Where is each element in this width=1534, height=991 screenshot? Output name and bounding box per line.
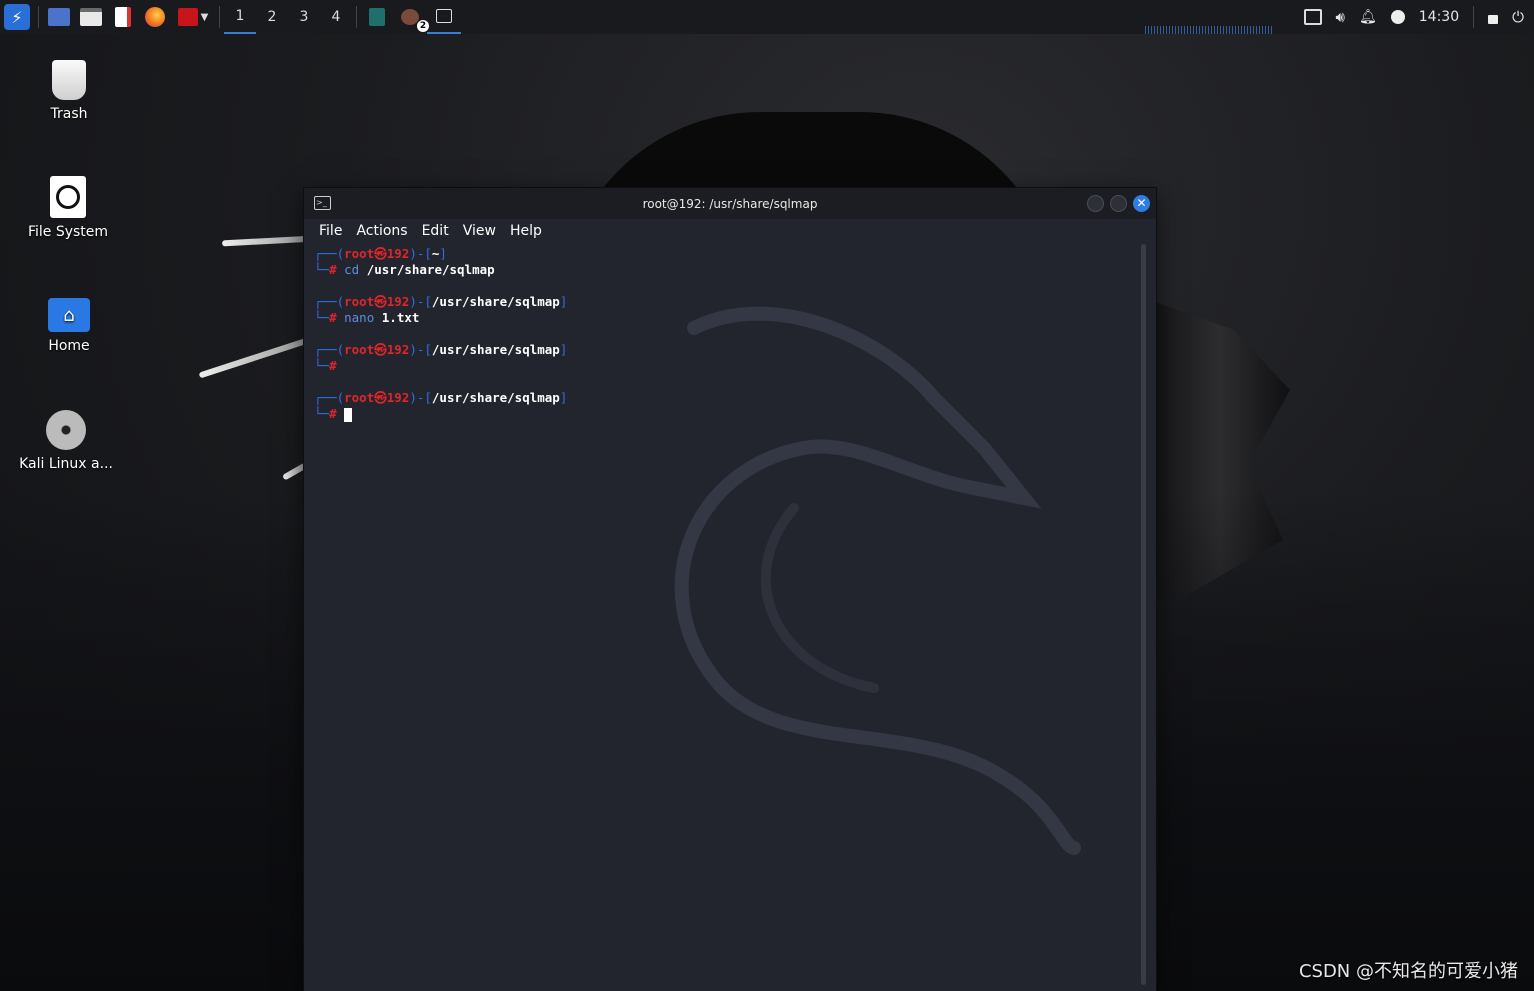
prompt-user: root (344, 390, 375, 405)
firefox-button[interactable] (139, 0, 171, 34)
scrollbar[interactable] (1141, 244, 1146, 985)
workspace-1[interactable]: 1 (224, 0, 256, 34)
workspace-3[interactable]: 3 (288, 0, 320, 34)
menu-bar: File Actions Edit View Help (304, 219, 1156, 243)
lock-icon[interactable] (1488, 15, 1499, 24)
screen-icon[interactable] (1303, 9, 1322, 25)
desktop-icon-label: Trash (50, 106, 88, 122)
prompt-path: /usr/share/sqlmap (431, 294, 560, 309)
prompt-line: ┌──(root㉿192)-[/usr/share/sqlmap] (314, 294, 568, 309)
power-manager-icon[interactable] (1390, 10, 1405, 24)
minimize-button[interactable] (1087, 195, 1104, 212)
panel-separator (1473, 6, 1475, 28)
wallpaper-spike (221, 236, 307, 247)
prompt-host: 192 (386, 390, 410, 405)
text-cursor (344, 407, 353, 422)
desktop-icon-file-system[interactable]: File System (8, 176, 128, 240)
wallpaper-spike (198, 338, 307, 379)
menu-help[interactable]: Help (503, 223, 549, 239)
volume-icon[interactable]: 🔊︎ (1336, 8, 1345, 26)
taskbar-terminal-button[interactable] (427, 0, 461, 34)
command-name: nano (344, 310, 375, 325)
kali-menu-button[interactable]: ⚡ (0, 0, 34, 34)
close-button[interactable]: ✕ (1133, 195, 1150, 212)
desktop-icon-label: File System (27, 224, 109, 240)
terminal-launcher-button[interactable]: ▼ (171, 0, 215, 34)
command-line: └─# (314, 406, 1136, 422)
terminal-window: >_ root@192: /usr/share/sqlmap ✕ File Ac… (304, 188, 1156, 991)
prompt-line: ┌──(root㉿192)-[/usr/share/sqlmap] (314, 390, 568, 405)
notification-bell-icon[interactable]: 🔔︎ (1359, 9, 1377, 25)
title-bar[interactable]: >_ root@192: /usr/share/sqlmap ✕ (304, 188, 1156, 219)
prompt-user: root (344, 294, 375, 309)
taskbar-app-button[interactable] (361, 0, 393, 34)
desktop-icon-trash[interactable]: Trash (9, 60, 129, 122)
desktop-icon-home[interactable]: ⌂ Home (9, 298, 129, 354)
taskbar-group-button[interactable]: 2 (393, 0, 429, 34)
command-line: └─# (314, 358, 337, 373)
chevron-down-icon: ▼ (200, 11, 209, 23)
command-name: cd (344, 262, 360, 277)
window-title: root@192: /usr/share/sqlmap (642, 196, 818, 211)
panel-separator (219, 6, 220, 28)
optical-disc-icon (46, 410, 86, 450)
command-line: └─# cd /usr/share/sqlmap (314, 262, 495, 277)
desktop-icon-label: Kali Linux a... (19, 456, 113, 472)
menu-view[interactable]: View (456, 223, 503, 239)
prompt-hash: # (329, 262, 337, 277)
prompt-hash: # (329, 310, 337, 325)
prompt-host: 192 (386, 246, 410, 261)
folder-icon (80, 8, 102, 26)
text-editor-icon (115, 7, 131, 27)
desktop-icon-kali-media[interactable]: Kali Linux a... (6, 410, 126, 472)
workspace-4[interactable]: 4 (320, 0, 352, 34)
drive-icon (50, 176, 86, 218)
desktop-icon (48, 8, 70, 26)
desktop-icon-label: Home (48, 338, 90, 354)
clock[interactable]: 14:30 (1419, 9, 1459, 25)
logout-icon[interactable]: ⏻ (1512, 8, 1524, 26)
command-line: └─# nano 1.txt (314, 310, 420, 325)
prompt-host: 192 (386, 294, 410, 309)
csdn-watermark: CSDN @不知名的可爱小猪 (1298, 961, 1518, 982)
command-arg: /usr/share/sqlmap (366, 262, 495, 277)
terminal-output[interactable]: ┌──(root㉿192)-[~] └─# cd /usr/share/sqlm… (314, 246, 1136, 991)
prompt-path: /usr/share/sqlmap (431, 390, 560, 405)
terminal-emulator-icon (177, 8, 198, 26)
menu-actions[interactable]: Actions (349, 223, 414, 239)
menu-file[interactable]: File (312, 223, 349, 239)
prompt-line: ┌──(root㉿192)-[~] (314, 246, 447, 261)
command-arg: 1.txt (381, 310, 420, 325)
network-graph (1145, 26, 1273, 34)
prompt-host: 192 (386, 342, 410, 357)
maximize-button[interactable] (1110, 195, 1127, 212)
home-folder-icon: ⌂ (48, 298, 90, 332)
menu-edit[interactable]: Edit (415, 223, 456, 239)
panel-separator (356, 6, 357, 28)
top-panel: ⚡ ▼ 1 2 3 4 2 🔊︎ 🔔︎ 14:30 ⏻ (0, 0, 1534, 34)
burp-icon (401, 9, 419, 25)
prompt-line: ┌──(root㉿192)-[/usr/share/sqlmap] (314, 342, 568, 357)
panel-separator (38, 6, 39, 28)
text-editor-button[interactable] (107, 0, 139, 34)
window-controls: ✕ (1087, 195, 1150, 212)
show-desktop-button[interactable] (43, 0, 75, 34)
app-icon (369, 8, 385, 26)
prompt-user: root (344, 246, 375, 261)
terminal-icon (436, 9, 452, 23)
prompt-hash: # (329, 406, 337, 421)
prompt-user: root (344, 342, 375, 357)
system-tray: 🔊︎ 🔔︎ 14:30 ⏻ (1303, 0, 1534, 34)
prompt-hash: # (329, 358, 337, 373)
file-manager-button[interactable] (75, 0, 107, 34)
kali-logo-icon: ⚡ (4, 4, 30, 30)
firefox-icon (145, 7, 165, 27)
workspace-2[interactable]: 2 (256, 0, 288, 34)
trash-icon (52, 60, 86, 100)
prompt-path: /usr/share/sqlmap (431, 342, 560, 357)
terminal-icon: >_ (314, 196, 331, 210)
